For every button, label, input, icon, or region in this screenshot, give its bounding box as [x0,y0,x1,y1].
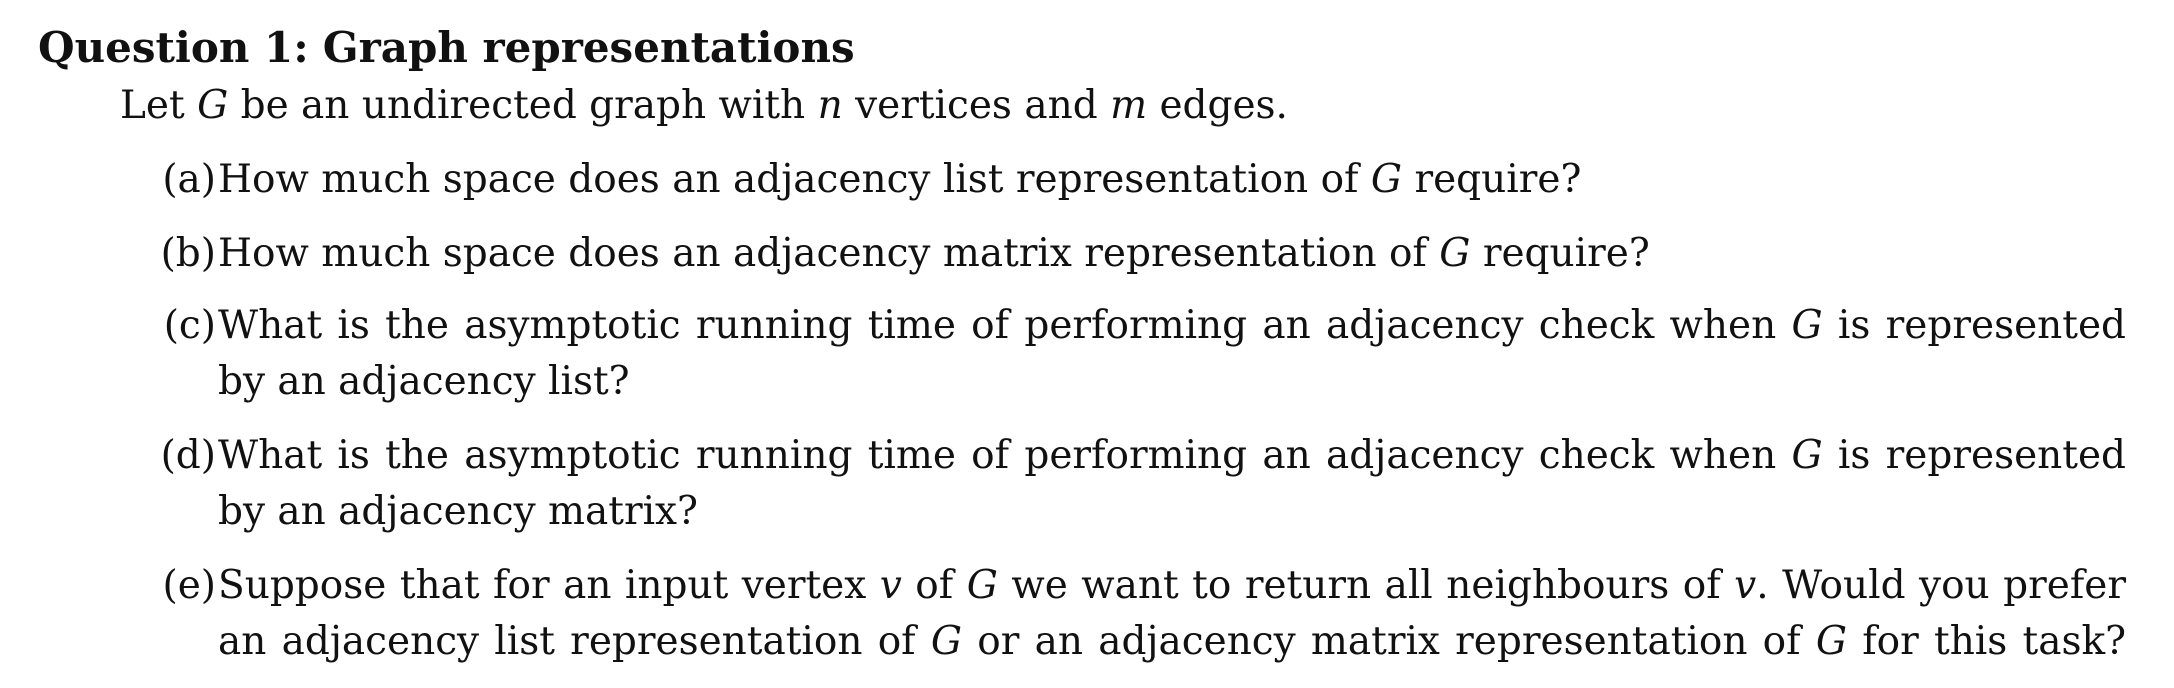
part-e-text-1: Suppose that for an input vertex [218,563,880,608]
part-a-label: (a) [162,157,216,202]
part-d-label: (d) [160,433,216,478]
math-var-G: G [966,563,998,608]
math-var-n: n [817,83,843,128]
intro-text-2: be an undirected graph with [228,83,818,128]
part-b-text: How much space does an adjacency matrix … [218,226,2126,282]
part-c-line-1: What is the asymptotic running time of p… [218,298,2126,354]
part-d-text: What is the asymptotic running time of p… [218,428,2126,540]
part-d-text-2: is represented [1822,433,2127,478]
math-var-v: v [879,563,902,608]
part-a-text-2: require? [1402,157,1582,202]
part-a-line-1: How much space does an adjacency list re… [218,152,2126,208]
part-c-text-2: is represented [1822,303,2127,348]
part-e-line-1: Suppose that for an input vertex v of G … [218,558,2126,614]
math-var-G: G [1439,231,1471,276]
part-c-label: (c) [163,303,216,348]
part-a-text: How much space does an adjacency list re… [218,152,2126,208]
math-var-G: G [1370,157,1403,202]
question-intro: Let G be an undirected graph with n vert… [120,78,1288,134]
question-page: Question 1: Graph representations Let G b… [0,0,2174,688]
intro-text-1: Let [120,83,198,128]
part-b-label: (b) [160,231,216,276]
math-var-G: G [197,83,229,128]
part-e-line-2-text-3: for this task? [1847,619,2127,664]
part-e-line-2-text-2: or an adjacency matrix representation of [962,619,1816,664]
part-b-text-1: How much space does an adjacency matrix … [218,231,1440,276]
math-var-G: G [1815,619,1847,664]
part-e-line-2-text-1: an adjacency list representation of [218,619,931,664]
part-c-text-1: What is the asymptotic running time of p… [218,303,1792,348]
math-var-G: G [1791,433,1823,478]
math-var-v: v [1734,563,1757,608]
part-c-text: What is the asymptotic running time of p… [218,298,2126,410]
part-e-text-4: . Would you prefer [1756,563,2126,608]
part-e-text-3: we want to return all neighbours of [997,563,1735,608]
part-b-line-1: How much space does an adjacency matrix … [218,226,2126,282]
question-title: Question 1: Graph representations [38,20,855,76]
part-b-text-2: require? [1470,231,1650,276]
part-a-text-1: How much space does an adjacency list re… [218,157,1371,202]
question-heading: Graph representations [322,23,855,72]
part-c-line-2: by an adjacency list? [218,359,630,404]
intro-text-4: edges. [1147,83,1288,128]
part-e-label: (e) [162,563,216,608]
question-number: Question 1: [38,23,309,72]
math-var-m: m [1110,83,1148,128]
part-e-text-2: of [901,563,967,608]
part-d-line-1: What is the asymptotic running time of p… [218,428,2126,484]
math-var-G: G [1791,303,1823,348]
part-d-line-2: by an adjacency matrix? [218,489,698,534]
math-var-G: G [930,619,963,664]
part-e-text: Suppose that for an input vertex v of G … [218,558,2126,670]
intro-text-3: vertices and [842,83,1111,128]
part-e-line-2: an adjacency list representation of G or… [218,614,2126,670]
part-d-text-1: What is the asymptotic running time of p… [218,433,1792,478]
